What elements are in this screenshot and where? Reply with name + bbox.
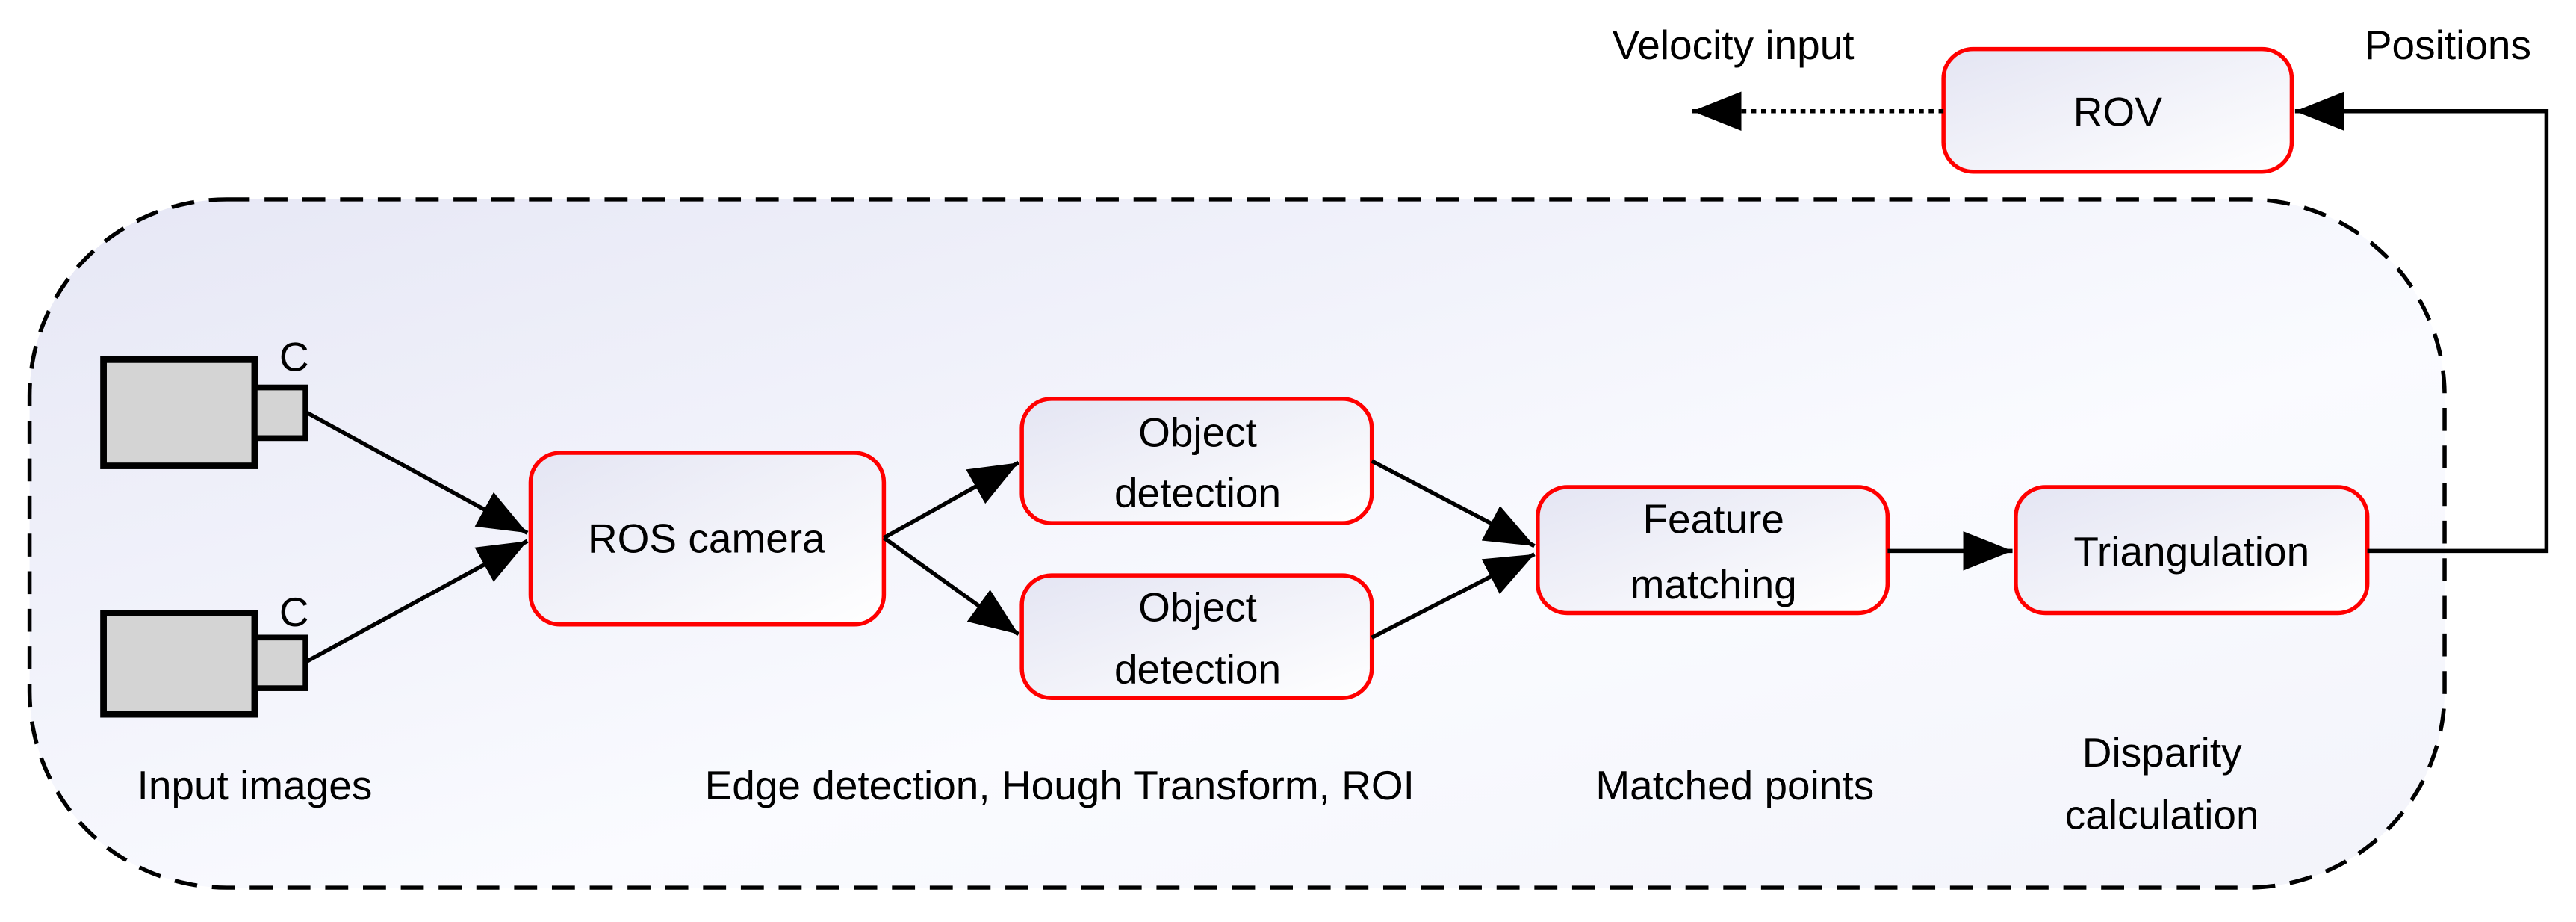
ros-camera-node: ROS camera (528, 451, 887, 627)
svg-text:ROV: ROV (2073, 89, 2163, 135)
diagram: C C ROV ROS camera Object detection Obje… (27, 22, 2549, 890)
svg-text:Object: Object (1138, 409, 1257, 455)
matched-points-label: Matched points (1595, 762, 1874, 808)
velocity-input-label: Velocity input (1613, 22, 1855, 68)
disparity-calculation-label: calculation (2065, 791, 2259, 838)
input-images-label: Input images (137, 762, 373, 808)
svg-text:Triangulation: Triangulation (2073, 528, 2309, 575)
object-detection-node-2: Object detection (1019, 573, 1374, 700)
svg-text:detection: detection (1114, 469, 1281, 516)
feature-matching-node: Feature matching (1536, 485, 1890, 616)
svg-text:ROS camera: ROS camera (588, 516, 825, 562)
disparity-label: Disparity (2082, 729, 2242, 776)
camera-1-label: C (279, 334, 309, 380)
triangulation-node: Triangulation (2014, 485, 2370, 616)
rov-node: ROV (1941, 46, 2294, 174)
svg-text:matching: matching (1630, 561, 1797, 607)
svg-text:detection: detection (1114, 646, 1281, 693)
svg-text:Object: Object (1138, 584, 1257, 631)
object-detection-node-1: Object detection (1019, 397, 1374, 525)
edge-detection-label: Edge detection, Hough Transform, ROI (705, 762, 1415, 808)
positions-label: Positions (2365, 22, 2531, 68)
svg-text:Feature: Feature (1642, 495, 1784, 542)
camera-2-label: C (279, 589, 309, 635)
